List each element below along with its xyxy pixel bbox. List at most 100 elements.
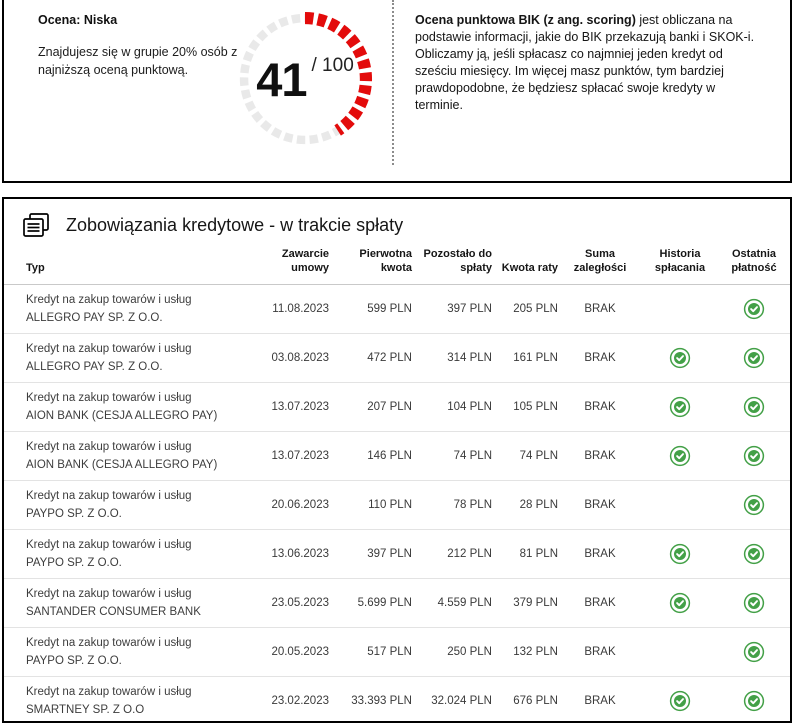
cell-type: Kredyt na zakup towarów i usługAION BANK… [4, 383, 264, 432]
table-row: Kredyt na zakup towarów i usługAION BANK… [4, 432, 790, 481]
cell-history [642, 628, 718, 677]
cell-last-payment [718, 628, 790, 677]
cell-type: Kredyt na zakup towarów i usługSMARTNEY … [4, 677, 264, 724]
cell-remaining-amount: 212 PLN [412, 530, 492, 579]
check-icon [743, 690, 765, 712]
cell-contract-date: 23.05.2023 [264, 579, 329, 628]
cell-contract-date: 23.02.2023 [264, 677, 329, 724]
creditor-name: SMARTNEY SP. Z O.O [26, 701, 264, 719]
cell-remaining-amount: 250 PLN [412, 628, 492, 677]
credit-type: Kredyt na zakup towarów i usług [26, 487, 264, 505]
check-icon [743, 592, 765, 614]
column-header-7: Historia spłacania [642, 241, 718, 285]
cell-contract-date: 03.08.2023 [264, 334, 329, 383]
cell-original-amount: 110 PLN [329, 481, 412, 530]
table-row: Kredyt na zakup towarów i usługALLEGRO P… [4, 334, 790, 383]
check-icon [669, 445, 691, 467]
cell-last-payment [718, 432, 790, 481]
creditor-name: ALLEGRO PAY SP. Z O.O. [26, 309, 264, 327]
cell-type: Kredyt na zakup towarów i usługPAYPO SP.… [4, 628, 264, 677]
cell-history [642, 432, 718, 481]
document-list-icon [21, 212, 51, 239]
table-row: Kredyt na zakup towarów i usługPAYPO SP.… [4, 530, 790, 579]
column-header-5: Kwota raty [492, 241, 558, 285]
cell-arrears: BRAK [558, 334, 642, 383]
cell-type: Kredyt na zakup towarów i usługALLEGRO P… [4, 334, 264, 383]
cell-arrears: BRAK [558, 628, 642, 677]
score-description-lead: Ocena punktowa BIK (z ang. scoring) [415, 13, 636, 27]
cell-history [642, 334, 718, 383]
cell-installment: 105 PLN [492, 383, 558, 432]
check-icon [743, 494, 765, 516]
cell-original-amount: 33.393 PLN [329, 677, 412, 724]
check-icon [669, 690, 691, 712]
cell-history [642, 481, 718, 530]
credit-type: Kredyt na zakup towarów i usług [26, 536, 264, 554]
column-header-4: Pozostało do spłaty [412, 241, 492, 285]
cell-type: Kredyt na zakup towarów i usługAION BANK… [4, 432, 264, 481]
cell-installment: 379 PLN [492, 579, 558, 628]
credit-type: Kredyt na zakup towarów i usług [26, 340, 264, 358]
cell-arrears: BRAK [558, 383, 642, 432]
cell-arrears: BRAK [558, 579, 642, 628]
cell-contract-date: 11.08.2023 [264, 285, 329, 334]
obligations-panel: Zobowiązania kredytowe - w trakcie spłat… [2, 197, 792, 723]
credit-type: Kredyt na zakup towarów i usług [26, 291, 264, 309]
cell-type: Kredyt na zakup towarów i usługALLEGRO P… [4, 285, 264, 334]
credit-type: Kredyt na zakup towarów i usług [26, 683, 264, 701]
check-icon [743, 347, 765, 369]
check-icon [743, 543, 765, 565]
table-row: Kredyt na zakup towarów i usługALLEGRO P… [4, 285, 790, 334]
score-max: / 100 [312, 55, 354, 77]
cell-installment: 28 PLN [492, 481, 558, 530]
column-header-2: Zawarcie umowy [264, 241, 329, 285]
cell-remaining-amount: 104 PLN [412, 383, 492, 432]
check-icon [669, 543, 691, 565]
column-header-3: Pierwotna kwota [329, 241, 412, 285]
cell-arrears: BRAK [558, 677, 642, 724]
cell-history [642, 579, 718, 628]
column-header-8: Ostatnia płatność [718, 241, 790, 285]
cell-original-amount: 397 PLN [329, 530, 412, 579]
table-row: Kredyt na zakup towarów i usługPAYPO SP.… [4, 628, 790, 677]
check-icon [669, 396, 691, 418]
cell-last-payment [718, 481, 790, 530]
cell-original-amount: 517 PLN [329, 628, 412, 677]
cell-arrears: BRAK [558, 432, 642, 481]
cell-type: Kredyt na zakup towarów i usługSANTANDER… [4, 579, 264, 628]
score-gauge: 41 / 100 [230, 4, 380, 154]
cell-history [642, 285, 718, 334]
cell-history [642, 383, 718, 432]
cell-installment: 74 PLN [492, 432, 558, 481]
creditor-name: ALLEGRO PAY SP. Z O.O. [26, 358, 264, 376]
check-icon [743, 641, 765, 663]
cell-original-amount: 472 PLN [329, 334, 412, 383]
credit-type: Kredyt na zakup towarów i usług [26, 585, 264, 603]
cell-history [642, 530, 718, 579]
cell-remaining-amount: 397 PLN [412, 285, 492, 334]
score-panel: Ocena: Niska Znajdujesz się w grupie 20%… [2, 0, 792, 183]
score-group-text: Znajdujesz się w grupie 20% osób z najni… [38, 43, 243, 79]
creditor-name: SANTANDER CONSUMER BANK [26, 603, 264, 621]
table-row: Kredyt na zakup towarów i usługAION BANK… [4, 383, 790, 432]
cell-original-amount: 146 PLN [329, 432, 412, 481]
check-icon [669, 592, 691, 614]
cell-installment: 205 PLN [492, 285, 558, 334]
score-description-body: jest obliczana na podstawie informacji, … [415, 13, 754, 112]
table-row: Kredyt na zakup towarów i usługSANTANDER… [4, 579, 790, 628]
creditor-name: AION BANK (CESJA ALLEGRO PAY) [26, 456, 264, 474]
score-number: 41 [256, 56, 306, 103]
check-icon [743, 298, 765, 320]
credit-type: Kredyt na zakup towarów i usług [26, 389, 264, 407]
cell-installment: 132 PLN [492, 628, 558, 677]
cell-last-payment [718, 677, 790, 724]
cell-remaining-amount: 32.024 PLN [412, 677, 492, 724]
check-icon [669, 347, 691, 369]
cell-arrears: BRAK [558, 285, 642, 334]
cell-installment: 81 PLN [492, 530, 558, 579]
cell-installment: 161 PLN [492, 334, 558, 383]
cell-contract-date: 20.06.2023 [264, 481, 329, 530]
creditor-name: PAYPO SP. Z O.O. [26, 554, 264, 572]
credit-type: Kredyt na zakup towarów i usług [26, 438, 264, 456]
cell-arrears: BRAK [558, 481, 642, 530]
